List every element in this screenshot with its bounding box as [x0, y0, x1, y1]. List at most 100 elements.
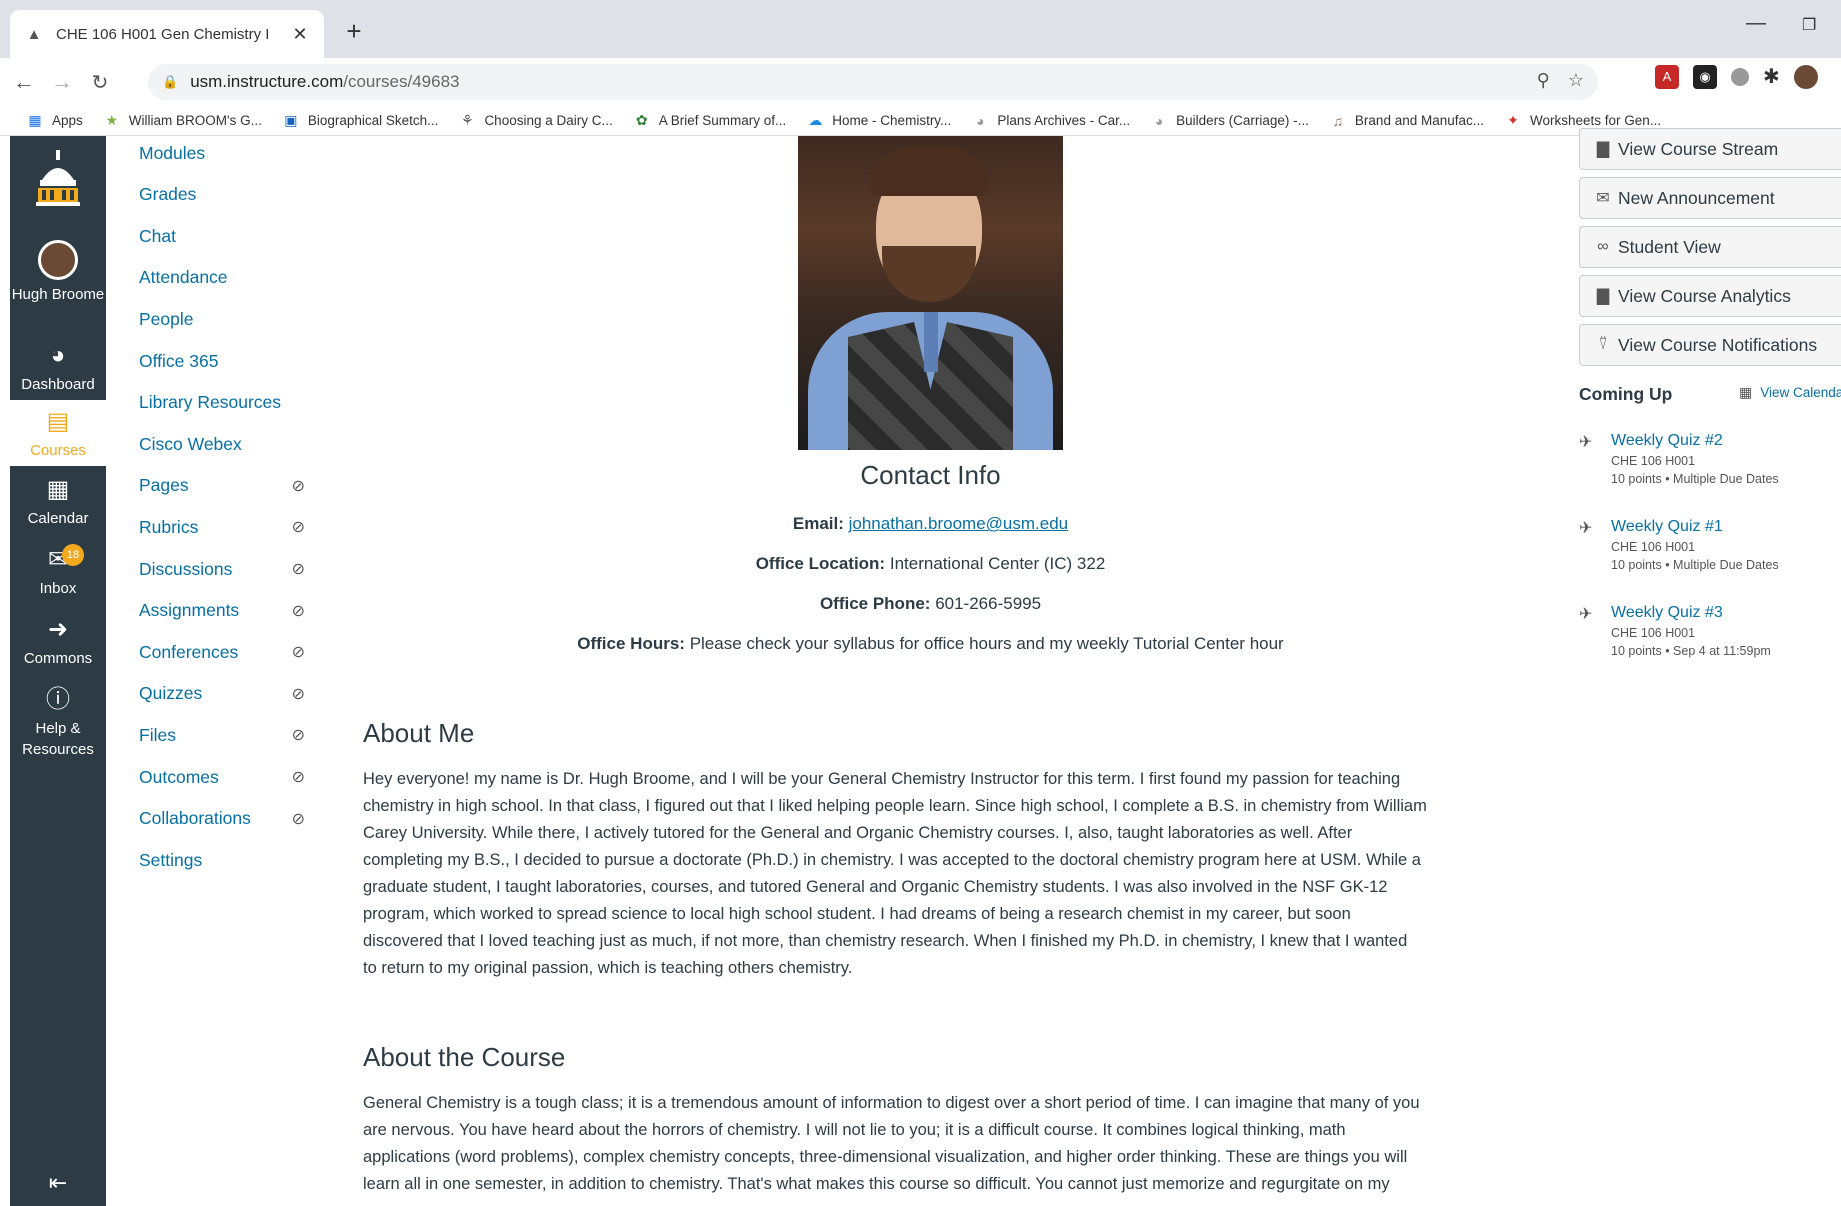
- course-nav-item[interactable]: Office 365: [139, 346, 319, 376]
- new-announcement-button[interactable]: ✉ New Announcement: [1579, 177, 1841, 219]
- course-nav-item[interactable]: People: [139, 304, 319, 334]
- bookmark-item[interactable]: ♫ Brand and Manufac...: [1329, 113, 1484, 129]
- todo-meta: 10 points • Multiple Due Dates: [1611, 558, 1779, 572]
- zoom-icon[interactable]: ⚲: [1537, 70, 1550, 91]
- hidden-eye-icon: ⊘: [291, 769, 305, 786]
- minimize-icon[interactable]: —: [1746, 12, 1766, 35]
- acrobat-extension-icon[interactable]: A: [1655, 64, 1679, 89]
- nav-account[interactable]: Hugh Broome: [10, 240, 106, 305]
- todo-title-link[interactable]: Weekly Quiz #2: [1611, 432, 1723, 450]
- course-nav-label: Rubrics: [139, 516, 199, 537]
- nav-dashboard[interactable]: ◕ Dashboard: [10, 342, 106, 395]
- bookmark-item[interactable]: ▣ Biographical Sketch...: [282, 112, 438, 129]
- todo-title-link[interactable]: Weekly Quiz #3: [1611, 604, 1723, 622]
- course-nav-item[interactable]: Discussions ⊘: [139, 554, 319, 584]
- profile-avatar-icon[interactable]: [1793, 64, 1818, 89]
- close-tab-icon[interactable]: ✕: [290, 24, 310, 45]
- course-nav-item[interactable]: Chat: [139, 221, 319, 251]
- apps-grid-icon: ▦: [28, 112, 42, 128]
- tab-title: CHE 106 H001 Gen Chemistry I: [56, 25, 270, 43]
- bookmark-favicon-icon: ⚘: [461, 112, 474, 128]
- todo-title-link[interactable]: Weekly Quiz #1: [1611, 518, 1723, 536]
- nav-help[interactable]: ⓘ Help & Resources: [10, 686, 106, 760]
- course-nav-item[interactable]: Collaborations ⊘: [139, 804, 319, 834]
- nav-calendar[interactable]: ▦ Calendar: [10, 476, 106, 529]
- url-path: /courses/49683: [343, 72, 460, 91]
- nav-courses-label: Courses: [30, 442, 86, 459]
- student-view-button[interactable]: ∞ Student View: [1579, 226, 1841, 268]
- bookmark-item[interactable]: ◕ Plans Archives - Car...: [971, 113, 1130, 129]
- reload-icon[interactable]: ↻: [86, 70, 114, 95]
- nav-commons[interactable]: ➜ Commons: [10, 616, 106, 669]
- calendar-icon: ▦: [1739, 384, 1753, 400]
- paragraph-line: to return to my original passion, which …: [363, 959, 853, 977]
- office-phone-line: Office Phone: 601-266-5995: [819, 594, 1042, 613]
- collapse-nav-icon[interactable]: ⇤: [10, 1170, 106, 1196]
- button-label: New Announcement: [1618, 187, 1775, 208]
- course-nav-label: Quizzes: [139, 683, 203, 704]
- paragraph-line: General Chemistry is a tough class; it i…: [363, 1094, 1420, 1112]
- course-nav-item[interactable]: Rubrics ⊘: [139, 512, 319, 542]
- nav-calendar-label: Calendar: [27, 510, 89, 527]
- view-course-stream-button[interactable]: ▇ View Course Stream: [1579, 128, 1841, 170]
- course-nav-label: Cisco Webex: [139, 433, 242, 454]
- course-nav-item[interactable]: Attendance: [139, 263, 319, 293]
- course-nav-item[interactable]: Settings: [139, 845, 319, 875]
- course-nav-item[interactable]: Quizzes ⊘: [139, 679, 319, 709]
- course-nav-item[interactable]: Outcomes ⊘: [139, 762, 319, 792]
- courses-book-icon: ▤: [46, 408, 70, 435]
- bookmark-item[interactable]: ☁ Home - Chemistry...: [806, 112, 951, 129]
- nav-inbox-label: Inbox: [39, 580, 77, 597]
- course-nav-item[interactable]: Library Resources: [139, 388, 319, 418]
- nav-courses[interactable]: ▤ Courses: [10, 400, 106, 466]
- lock-icon: 🔒: [162, 74, 179, 89]
- course-nav-item[interactable]: Conferences ⊘: [139, 637, 319, 667]
- extension-dot-icon[interactable]: [1731, 67, 1749, 86]
- bookmark-favicon-icon: ♫: [1332, 112, 1344, 129]
- forward-icon[interactable]: →: [48, 69, 76, 95]
- bookmark-item[interactable]: ✿ A Brief Summary of...: [633, 112, 786, 129]
- email-line: Email: johnathan.broome@usm.edu: [792, 514, 1069, 533]
- extension-icon[interactable]: ◉: [1693, 64, 1717, 89]
- bookmark-apps[interactable]: ▦ Apps: [26, 112, 82, 129]
- bookmark-item[interactable]: ◕ Builders (Carriage) -...: [1150, 113, 1309, 129]
- browser-tab[interactable]: ▲ CHE 106 H001 Gen Chemistry I ✕: [10, 10, 324, 58]
- office-hours-line: Office Hours: Please check your syllabus…: [577, 634, 1284, 653]
- course-nav-item[interactable]: Assignments ⊘: [139, 596, 319, 626]
- view-calendar-link[interactable]: ▦ View Calendar: [1739, 384, 1841, 401]
- bookmark-star-icon[interactable]: ☆: [1568, 70, 1584, 91]
- todo-course: CHE 106 H001: [1611, 626, 1696, 640]
- quiz-rocket-icon: ✈: [1579, 520, 1593, 537]
- hidden-eye-icon: ⊘: [291, 727, 305, 745]
- course-nav-item[interactable]: Modules: [139, 138, 319, 168]
- nav-account-label: Hugh Broome: [11, 286, 105, 303]
- course-nav-label: Library Resources: [139, 392, 281, 413]
- bookmark-item[interactable]: ★ William BROOM's G...: [103, 112, 262, 129]
- chart-icon: ▇: [1596, 141, 1610, 158]
- course-nav-item[interactable]: Pages ⊘: [139, 471, 319, 501]
- address-bar[interactable]: 🔒 usm.instructure.com/courses/49683 ⚲ ☆: [148, 64, 1598, 100]
- course-nav-item[interactable]: Files ⊘: [139, 720, 319, 750]
- view-course-analytics-button[interactable]: ▇ View Course Analytics: [1579, 275, 1841, 317]
- usm-logo[interactable]: [32, 150, 84, 210]
- hidden-eye-icon: ⊘: [291, 644, 305, 662]
- puzzle-extensions-icon[interactable]: ✱: [1763, 64, 1780, 89]
- bookmark-item[interactable]: ✦ Worksheets for Gen...: [1504, 112, 1661, 129]
- bookmark-item[interactable]: ⚘ Choosing a Dairy C...: [458, 112, 613, 129]
- hidden-eye-icon: ⊘: [291, 561, 305, 578]
- instructor-photo: [798, 136, 1063, 450]
- help-info-icon: ⓘ: [46, 686, 70, 713]
- nav-inbox[interactable]: ✉ 18 Inbox: [10, 544, 106, 599]
- url-host: usm.instructure.com: [190, 72, 344, 91]
- course-nav-item[interactable]: Cisco Webex: [139, 429, 319, 459]
- new-tab-icon[interactable]: +: [338, 16, 370, 47]
- back-icon[interactable]: ←: [10, 69, 38, 95]
- restore-icon[interactable]: ❐: [1802, 15, 1816, 35]
- hidden-eye-icon: ⊘: [291, 602, 305, 620]
- paragraph-line: program, which worked to spread science …: [363, 905, 1351, 923]
- course-nav-item[interactable]: Grades: [139, 180, 319, 210]
- paragraph-line: applications (word problems), complex ch…: [363, 1148, 1408, 1166]
- glasses-icon: ∞: [1597, 238, 1609, 255]
- email-link[interactable]: johnathan.broome@usm.edu: [849, 514, 1069, 533]
- view-course-notifications-button[interactable]: ⍢ View Course Notifications: [1579, 324, 1841, 366]
